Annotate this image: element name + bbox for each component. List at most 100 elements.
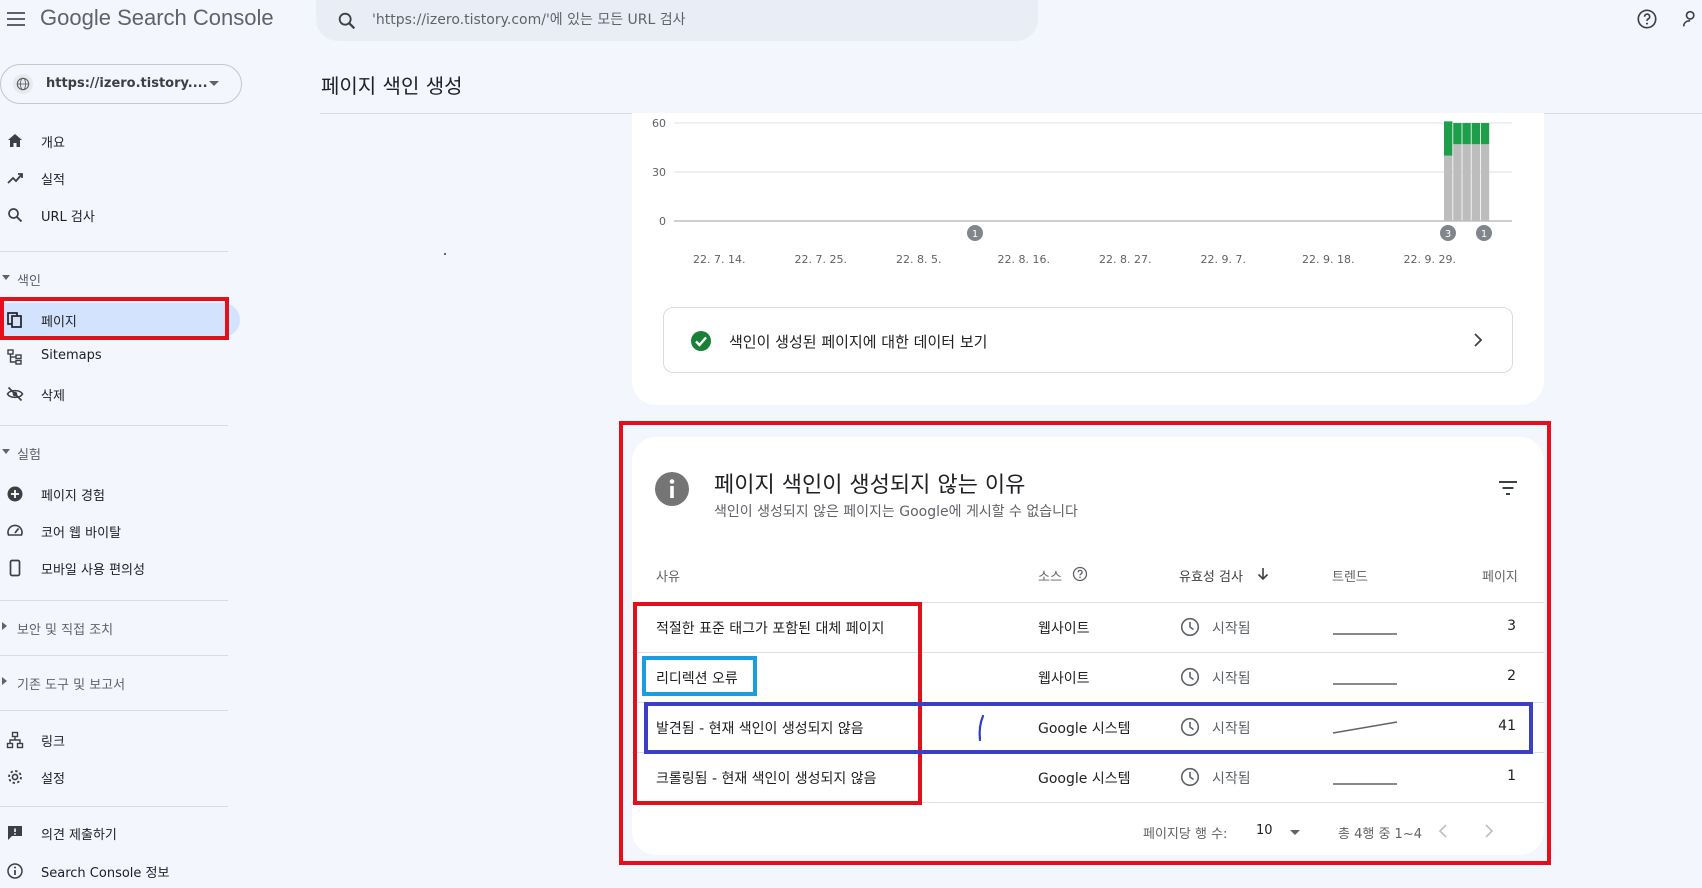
x-tick-label: 22. 8. 16. — [998, 253, 1050, 266]
column-header-reason[interactable]: 사유 — [656, 566, 680, 585]
bar-segment — [1462, 144, 1471, 221]
google-wordmark: Google — [40, 5, 111, 30]
chevron-down-icon — [2, 449, 10, 454]
view-indexed-pages-label: 색인이 생성된 페이지에 대한 데이터 보기 — [729, 333, 988, 351]
column-header-pages[interactable]: 페이지 — [1482, 566, 1518, 585]
info-icon — [7, 863, 23, 879]
app-logo[interactable]: Google Search Console — [40, 5, 274, 31]
column-header-validation[interactable]: 유효성 검사 — [1179, 566, 1243, 585]
gear-icon — [8, 770, 22, 784]
section-label: 색인 — [17, 274, 41, 289]
indexing-chart: 60 30 0 22. 7. 14. 22. 7. 25. 22. 8. 5. 22. 8.… — [652, 117, 1512, 266]
filter-icon[interactable] — [1498, 479, 1518, 497]
row-source: Google 시스템 — [1038, 771, 1131, 787]
bar-segment — [1444, 155, 1453, 221]
sidebar-item-overview[interactable]: 개요 — [0, 124, 240, 158]
clock-icon — [1180, 667, 1200, 687]
sidebar-item-settings[interactable]: 설정 — [0, 760, 240, 794]
previous-page-icon[interactable] — [1430, 817, 1458, 845]
divider — [0, 655, 228, 656]
next-page-icon[interactable] — [1474, 817, 1502, 845]
view-indexed-pages-link[interactable]: 색인이 생성된 페이지에 대한 데이터 보기 — [663, 307, 1513, 373]
pages-icon — [7, 312, 22, 328]
help-icon[interactable] — [1072, 566, 1088, 582]
rows-per-page-select[interactable]: 10 — [1256, 819, 1308, 843]
sidebar-item-about[interactable]: Search Console 정보 — [0, 854, 240, 888]
y-tick-label: 30 — [652, 166, 666, 179]
link-network-icon — [6, 731, 24, 749]
search-icon — [338, 12, 356, 30]
main-menu-icon[interactable] — [4, 7, 28, 31]
trend-sparkline — [1332, 721, 1398, 734]
sidebar-item-url-inspection[interactable]: URL 검사 — [0, 198, 240, 232]
clock-icon — [1180, 717, 1200, 737]
product-name: Search Console — [117, 5, 274, 30]
bar-segment — [1480, 144, 1490, 221]
divider — [0, 251, 228, 252]
sidebar-item-label: 설정 — [41, 772, 65, 787]
row-source: 웹사이트 — [1038, 671, 1090, 687]
stray-dot — [444, 253, 446, 255]
divider — [0, 425, 228, 426]
reasons-subtitle: 색인이 생성되지 않은 페이지는 Google에 게시할 수 없습니다 — [714, 504, 1078, 520]
chevron-down-icon — [2, 275, 10, 280]
url-inspection-search[interactable] — [316, 0, 1038, 41]
feedback-icon — [8, 826, 22, 840]
column-header-source[interactable]: 소스 — [1038, 566, 1062, 585]
sidebar-item-label: 코어 웹 바이탈 — [41, 526, 122, 541]
sidebar-item-core-web-vitals[interactable]: 코어 웹 바이탈 — [0, 514, 240, 548]
reasons-title: 페이지 색인이 생성되지 않는 이유 — [714, 473, 1026, 498]
not-indexed-reasons-card: 페이지 색인이 생성되지 않는 이유 색인이 생성되지 않은 페이지는 Goog… — [632, 437, 1544, 855]
page-title: 페이지 색인 생성 — [321, 74, 463, 98]
chevron-right-icon — [1474, 333, 1483, 347]
home-icon — [8, 134, 22, 147]
sidebar-item-page-experience[interactable]: 페이지 경험 — [0, 477, 240, 511]
sidebar-item-label: 모바일 사용 편의성 — [41, 563, 145, 578]
search-icon — [8, 208, 23, 223]
bar-segment — [1444, 121, 1453, 156]
x-tick-label: 22. 8. 27. — [1099, 253, 1151, 266]
sidebar-item-label: Search Console 정보 — [41, 866, 170, 881]
section-label: 기존 도구 및 보고서 — [17, 678, 126, 693]
annotation-label: 1 — [972, 229, 978, 240]
rows-per-page-value: 10 — [1256, 823, 1273, 838]
column-header-trend[interactable]: 트렌드 — [1332, 566, 1368, 585]
property-selector[interactable]: https://izero.tistory.... — [0, 64, 242, 104]
sidebar-item-removals[interactable]: 삭제 — [0, 377, 240, 411]
sidebar-item-label: 링크 — [41, 735, 65, 750]
row-reason: 발견됨 - 현재 색인이 생성되지 않음 — [656, 721, 864, 737]
sidebar-item-mobile-usability[interactable]: 모바일 사용 편의성 — [0, 551, 240, 585]
divider — [0, 806, 228, 807]
property-url: https://izero.tistory.... — [46, 76, 208, 91]
x-tick-label: 22. 9. 29. — [1404, 253, 1456, 266]
annotation-label: 3 — [1445, 229, 1451, 240]
chevron-right-icon — [2, 622, 7, 630]
section-label: 보안 및 직접 조치 — [17, 623, 114, 638]
sitemap-icon — [7, 349, 22, 365]
row-page-count: 41 — [1498, 718, 1516, 734]
y-tick-label: 60 — [652, 117, 666, 130]
manage-users-icon[interactable] — [1682, 8, 1702, 30]
check-circle-icon — [691, 331, 711, 351]
x-tick-label: 22. 7. 25. — [795, 253, 847, 266]
row-validation-status: 시작됨 — [1212, 621, 1251, 637]
clock-icon — [1180, 767, 1200, 787]
pen-mark — [978, 714, 985, 742]
sidebar-item-label: 실적 — [41, 173, 65, 188]
arrow-down-icon[interactable] — [1256, 567, 1270, 581]
eye-off-icon — [6, 386, 24, 402]
rows-per-page-label: 페이지당 행 수: — [1143, 827, 1228, 842]
pagination-range: 총 4행 중 1~4 — [1338, 827, 1422, 842]
clock-icon — [1180, 617, 1200, 637]
sidebar-item-feedback[interactable]: 의견 제출하기 — [0, 816, 240, 850]
bar-segment — [1453, 123, 1462, 145]
sidebar-item-sitemaps[interactable]: Sitemaps — [0, 340, 240, 374]
sidebar-item-performance[interactable]: 실적 — [0, 161, 240, 195]
bar-segment — [1480, 123, 1490, 145]
sidebar-item-label: 페이지 — [41, 315, 77, 330]
sidebar-item-links[interactable]: 링크 — [0, 723, 240, 757]
sidebar-item-pages[interactable]: 페이지 — [0, 303, 240, 337]
globe-icon — [13, 74, 33, 94]
help-icon[interactable] — [1636, 8, 1658, 30]
search-input[interactable] — [372, 8, 1012, 32]
